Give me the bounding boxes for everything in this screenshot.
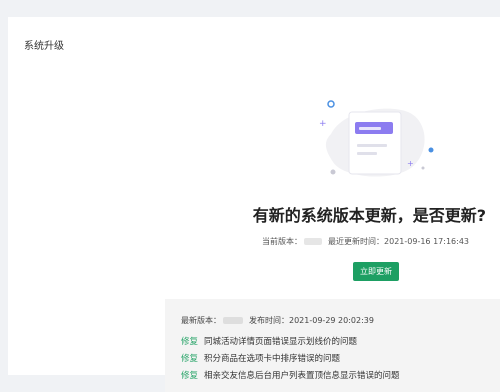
update-now-button[interactable]: 立即更新 [353,262,399,281]
latest-version-value [223,317,243,324]
latest-version-label: 最新版本： [181,316,221,325]
release-time: 2021-09-29 20:02:39 [289,316,374,325]
list-item: 修复 相亲交友信息后台用户列表置顶信息显示错误的问题 [181,370,400,387]
update-illustration: + + [319,100,434,177]
changelog-panel: 最新版本： 发布时间：2021-09-29 20:02:39 修复 同城活动详情页面… [165,299,500,392]
fix-tag: 修复 [181,354,199,364]
fix-text: 相亲交友信息后台用户列表置顶信息显示错误的问题 [204,371,400,381]
svg-text:+: + [319,119,327,129]
fix-tag: 修复 [181,371,199,381]
release-time-label: 发布时间： [249,316,289,325]
last-update-time: 2021-09-16 17:16:43 [384,237,469,246]
fix-list: 修复 同城活动详情页面错误显示划线价的问题 修复 积分商品在选项卡中排序错误的问题 … [181,336,400,387]
update-headline: 有新的系统版本更新，是否更新? [252,206,486,225]
list-item: 修复 积分商品在选项卡中排序错误的问题 [181,353,400,370]
fix-text: 同城活动详情页面错误显示划线价的问题 [204,337,358,347]
current-version-value [304,238,323,245]
system-upgrade-card: 系统升级 + + 有新的系统版本更新，是否更新? 当前版本： 最近更新时间：202… [8,17,500,392]
last-update-label: 最近更新时间： [328,237,385,246]
list-item: 修复 同城活动详情页面错误显示划线价的问题 [181,336,400,353]
fix-tag: 修复 [181,337,199,347]
latest-version-row: 最新版本： 发布时间：2021-09-29 20:02:39 [181,315,374,326]
current-version-label: 当前版本： [262,237,303,246]
page-title: 系统升级 [24,41,64,52]
current-version-row: 当前版本： 最近更新时间：2021-09-16 17:16:43 [8,236,469,247]
fix-text: 积分商品在选项卡中排序错误的问题 [204,354,341,364]
svg-text:+: + [407,159,414,168]
